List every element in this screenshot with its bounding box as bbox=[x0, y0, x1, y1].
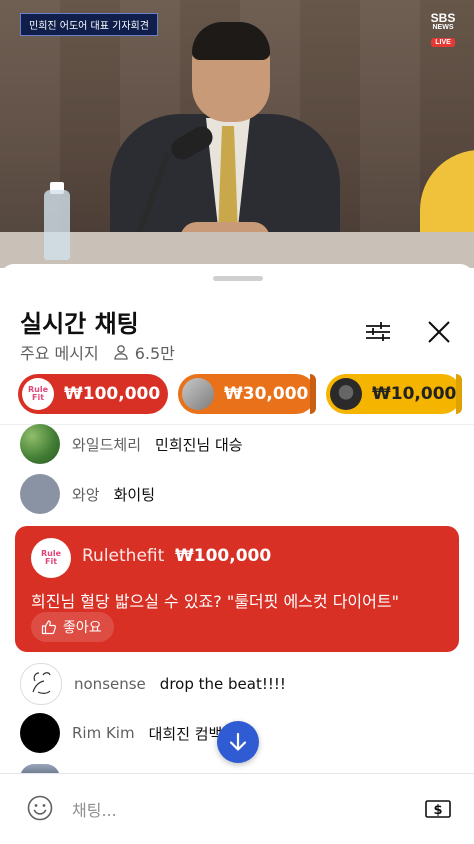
chat-input-bar: $ bbox=[0, 773, 474, 844]
chat-title: 실시간 채팅 bbox=[20, 310, 139, 338]
ticker-amount: ₩10,000 bbox=[372, 384, 457, 404]
scroll-to-bottom-button[interactable] bbox=[217, 721, 259, 763]
broadcaster-logo-line2: NEWS bbox=[432, 24, 454, 31]
super-chat-ticker[interactable]: ₩30,000 bbox=[178, 374, 316, 414]
chat-input[interactable] bbox=[70, 796, 374, 824]
ticker-amount: ₩30,000 bbox=[224, 384, 309, 404]
emoji-icon[interactable] bbox=[26, 794, 54, 822]
message-text: drop the beat!!!! bbox=[159, 675, 286, 693]
chat-subheader: 주요 메시지 6.5만 bbox=[20, 340, 175, 364]
message-author[interactable]: nonsense bbox=[74, 675, 146, 693]
message-author[interactable]: 와앙 bbox=[72, 484, 100, 505]
chat-message[interactable]: 와앙 화이팅 bbox=[20, 474, 155, 514]
live-video-player[interactable]: 민희진 어도어 대표 기자회견 SBS NEWS LIVE bbox=[0, 0, 474, 268]
super-chat-amount: ₩100,000 bbox=[175, 546, 272, 566]
chat-message[interactable]: nonsense drop the beat!!!! bbox=[20, 663, 286, 705]
avatar[interactable] bbox=[20, 663, 62, 705]
video-desk bbox=[0, 232, 474, 268]
person-icon bbox=[114, 345, 128, 360]
live-chat-panel: 실시간 채팅 주요 메시지 6.5만 Rule Fit ₩100,000 ₩30… bbox=[0, 264, 474, 844]
broadcaster-logo: SBS NEWS LIVE bbox=[426, 12, 460, 47]
super-chat-message[interactable]: Rule Fit Rulethefit ₩100,000 희진님 혈당 밟으실 … bbox=[15, 526, 459, 652]
chat-mode-selector[interactable]: 주요 메시지 bbox=[20, 340, 99, 364]
chat-message[interactable]: 와일드체리 민희진님 대승 bbox=[20, 424, 243, 464]
water-bottle bbox=[44, 190, 70, 260]
broadcaster-logo-line1: SBS bbox=[430, 11, 456, 25]
avatar[interactable] bbox=[20, 713, 60, 753]
ticker-progress bbox=[310, 374, 316, 414]
ticker-progress bbox=[456, 374, 462, 414]
arrow-down-icon bbox=[229, 732, 247, 751]
super-chat-ticker[interactable]: Rule Fit ₩100,000 bbox=[18, 374, 168, 414]
user-avatar bbox=[182, 378, 214, 410]
user-avatar bbox=[330, 378, 362, 410]
super-chat-dollar-icon[interactable]: $ bbox=[424, 798, 452, 820]
chat-message[interactable]: Rim Kim 대희진 컴백 bbox=[20, 713, 222, 753]
tune-icon[interactable] bbox=[364, 318, 392, 346]
super-chat-ticker-bar: Rule Fit ₩100,000 ₩30,000 ₩10,000 bbox=[0, 374, 474, 418]
thumbs-up-icon bbox=[41, 620, 57, 635]
rulefit-logo: Rule Fit bbox=[22, 378, 54, 410]
close-icon[interactable] bbox=[425, 318, 453, 346]
sheet-drag-handle[interactable] bbox=[213, 276, 263, 281]
news-caption-badge: 민희진 어도어 대표 기자회견 bbox=[20, 13, 158, 36]
message-text: 화이팅 bbox=[113, 485, 156, 504]
message-text: 민희진님 대승 bbox=[155, 435, 243, 454]
message-author[interactable]: 와일드체리 bbox=[72, 434, 141, 455]
avatar[interactable] bbox=[20, 424, 60, 464]
rulefit-logo[interactable]: Rule Fit bbox=[31, 538, 71, 578]
like-button[interactable]: 좋아요 bbox=[31, 612, 114, 642]
live-badge: LIVE bbox=[431, 38, 455, 47]
ticker-amount: ₩100,000 bbox=[64, 384, 161, 404]
rulefit-logo-text: Fit bbox=[31, 393, 45, 402]
message-text: 대희진 컴백 bbox=[148, 724, 223, 743]
sketch-icon bbox=[32, 672, 51, 694]
super-chat-ticker[interactable]: ₩10,000 bbox=[326, 374, 462, 414]
svg-text:$: $ bbox=[433, 803, 442, 818]
viewer-count: 6.5만 bbox=[134, 344, 175, 363]
super-chat-author[interactable]: Rulethefit bbox=[82, 546, 164, 566]
rulefit-logo-text: Fit bbox=[44, 557, 58, 566]
message-author[interactable]: Rim Kim bbox=[72, 724, 135, 742]
like-button-label: 좋아요 bbox=[63, 620, 102, 636]
avatar[interactable] bbox=[20, 474, 60, 514]
super-chat-text: 희진님 혈당 밟으실 수 있죠? "룰더핏 에스컷 다이어트" bbox=[31, 592, 399, 611]
